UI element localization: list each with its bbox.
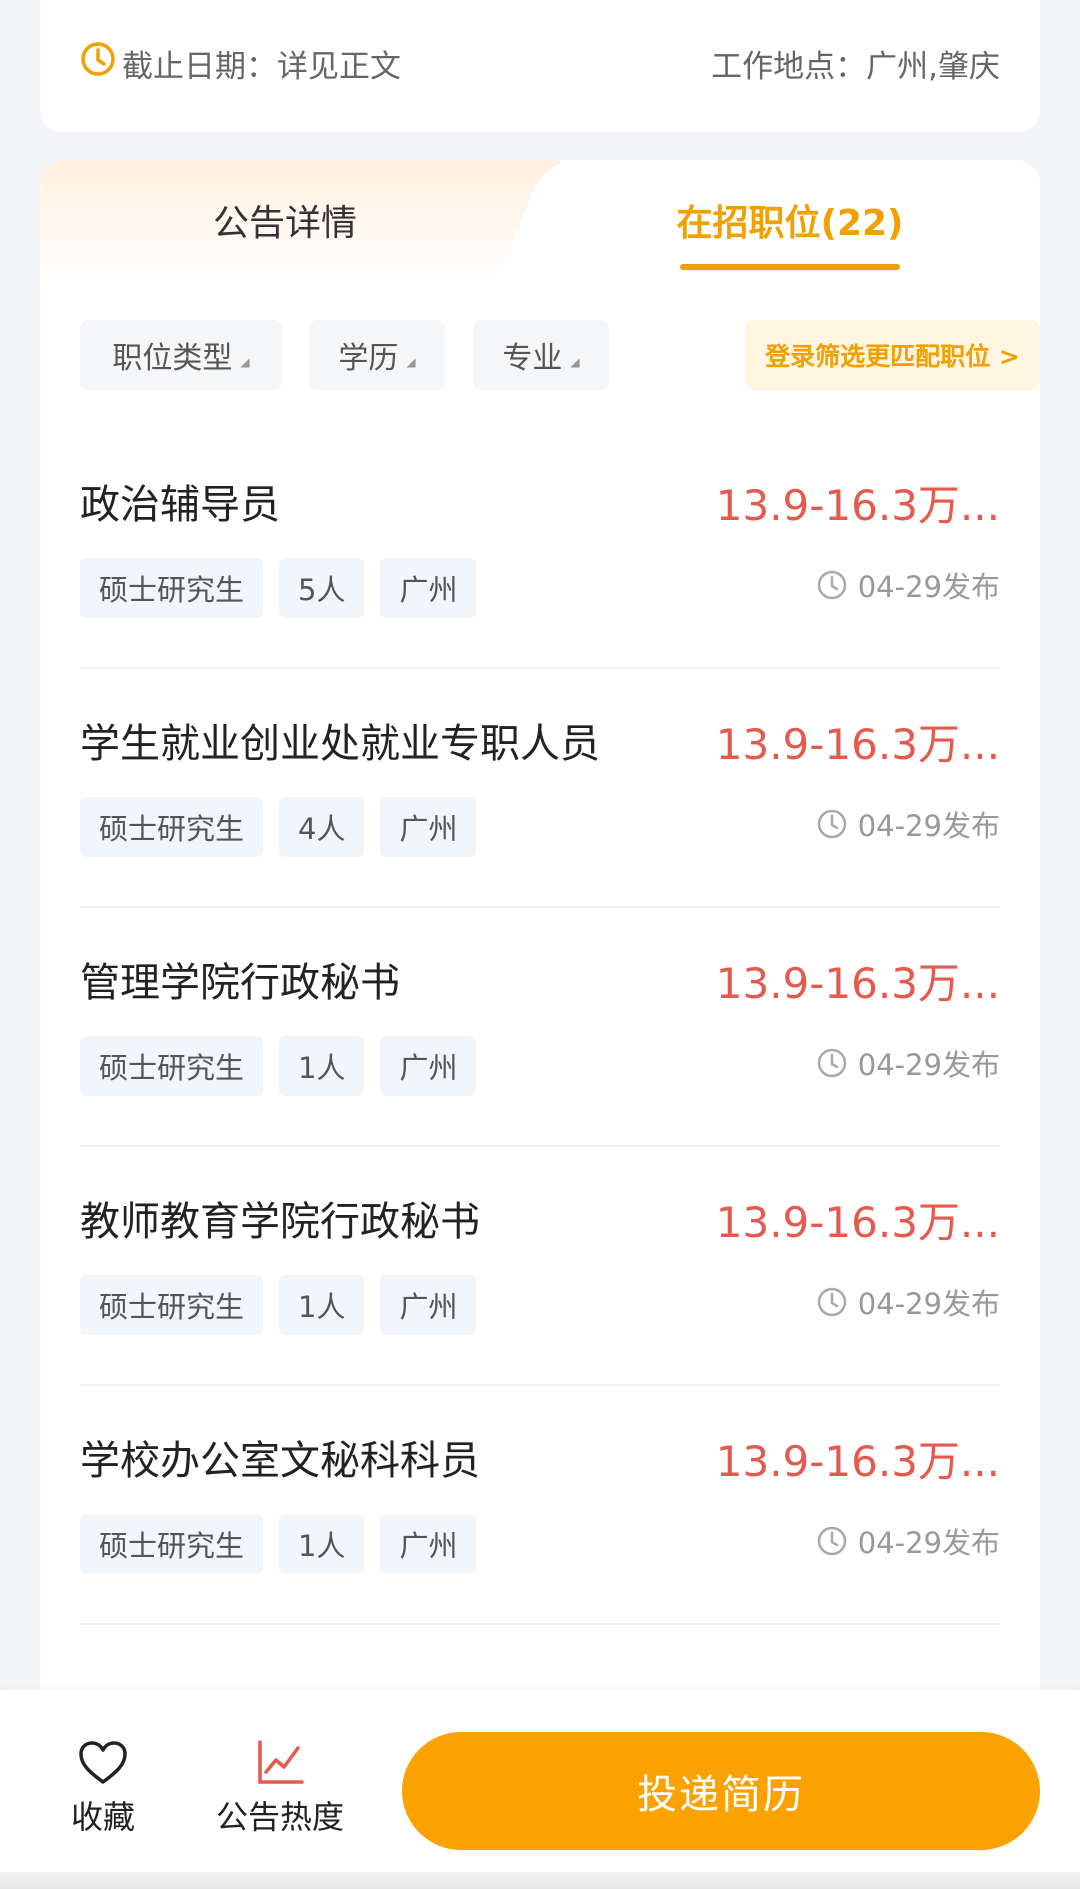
- login-filter-button[interactable]: 登录筛选更匹配职位 >: [745, 320, 1040, 390]
- submit-resume-button[interactable]: 投递简历: [402, 1732, 1040, 1850]
- clock-icon: [80, 41, 116, 85]
- clock-icon: [817, 1526, 846, 1556]
- job-tags: 硕士研究生 1人 广州: [80, 1036, 492, 1096]
- trend-chart-icon: [258, 1740, 304, 1784]
- tag-education: 硕士研究生: [80, 558, 264, 618]
- job-salary: 13.9-16.3万...: [715, 720, 1000, 769]
- publish-date: 04-29发布: [816, 1277, 1000, 1327]
- job-salary: 13.9-16.3万...: [715, 1437, 1000, 1486]
- deadline-row: 截止日期：详见正文: [80, 40, 401, 86]
- job-item[interactable]: 教师教育学院行政秘书 13.9-16.3万... 硕士研究生 1人 广州 04-…: [80, 1147, 1000, 1386]
- bottom-action-bar: 收藏 公告热度 投递简历: [0, 1690, 1080, 1889]
- home-indicator-bar: [0, 1872, 1080, 1889]
- favorite-label: 收藏: [70, 1798, 135, 1836]
- announcement-heat-button[interactable]: 公告热度: [205, 1740, 355, 1838]
- publish-date: 04-29发布: [816, 799, 1000, 849]
- favorite-button[interactable]: 收藏: [60, 1740, 146, 1838]
- job-title: 管理学院行政秘书: [80, 960, 400, 1006]
- job-title: 学校办公室文秘科科员: [80, 1438, 480, 1484]
- work-location: 工作地点：广州,肇庆: [711, 48, 1000, 85]
- job-title: 政治辅导员: [80, 482, 280, 528]
- filter-major[interactable]: 专业 ◢: [473, 320, 609, 390]
- job-tags: 硕士研究生 1人 广州: [80, 1514, 492, 1574]
- tag-headcount: 5人: [279, 558, 365, 618]
- job-list: 政治辅导员 13.9-16.3万... 硕士研究生 5人 广州 04-29发布 …: [80, 430, 1000, 1625]
- tag-education: 硕士研究生: [80, 797, 264, 857]
- tag-city: 广州: [380, 558, 477, 618]
- job-title: 学生就业创业处就业专职人员: [80, 721, 600, 767]
- clock-icon: [817, 1048, 846, 1078]
- tag-city: 广州: [380, 1036, 477, 1096]
- caret-icon: ◢: [406, 355, 416, 369]
- tab-bar: 公告详情 在招职位(22): [40, 160, 1040, 288]
- clock-icon: [817, 809, 846, 839]
- publish-date: 04-29发布: [816, 1516, 1000, 1566]
- publish-date: 04-29发布: [816, 1038, 1000, 1088]
- tag-headcount: 1人: [279, 1036, 365, 1096]
- tag-city: 广州: [380, 1514, 477, 1574]
- job-salary: 13.9-16.3万...: [715, 481, 1000, 530]
- positions-card: 公告详情 在招职位(22) 职位类型 ◢ 学历 ◢ 专业 ◢ 登录筛选更匹配职位 > …: [40, 160, 1040, 1720]
- filter-bar: 职位类型 ◢ 学历 ◢ 专业 ◢ 登录筛选更匹配职位 >: [80, 320, 1040, 390]
- job-salary: 13.9-16.3万...: [715, 1198, 1000, 1247]
- tab-announcement-detail[interactable]: 公告详情: [160, 190, 410, 250]
- job-salary: 13.9-16.3万...: [715, 959, 1000, 1008]
- tag-education: 硕士研究生: [80, 1514, 264, 1574]
- publish-date: 04-29发布: [816, 560, 1000, 610]
- tag-headcount: 1人: [279, 1275, 365, 1335]
- clock-icon: [817, 570, 846, 600]
- job-item[interactable]: 学校办公室文秘科科员 13.9-16.3万... 硕士研究生 1人 广州 04-…: [80, 1386, 1000, 1625]
- job-tags: 硕士研究生 4人 广州: [80, 797, 492, 857]
- caret-icon: ◢: [240, 355, 250, 369]
- heart-icon: [79, 1741, 127, 1784]
- announcement-heat-label: 公告热度: [215, 1798, 344, 1836]
- job-item[interactable]: 管理学院行政秘书 13.9-16.3万... 硕士研究生 1人 广州 04-29…: [80, 908, 1000, 1147]
- tab-open-positions[interactable]: 在招职位(22): [640, 190, 940, 250]
- announcement-info-card: 截止日期：详见正文 工作地点：广州,肇庆: [40, 0, 1040, 132]
- tag-headcount: 1人: [279, 1514, 365, 1574]
- active-tab-indicator: [680, 264, 900, 270]
- filter-position-type[interactable]: 职位类型 ◢: [80, 320, 282, 390]
- job-item[interactable]: 政治辅导员 13.9-16.3万... 硕士研究生 5人 广州 04-29发布: [80, 430, 1000, 669]
- job-item[interactable]: 学生就业创业处就业专职人员 13.9-16.3万... 硕士研究生 4人 广州 …: [80, 669, 1000, 908]
- job-title: 教师教育学院行政秘书: [80, 1199, 480, 1245]
- tag-education: 硕士研究生: [80, 1275, 264, 1335]
- deadline-text: 截止日期：详见正文: [122, 48, 401, 85]
- tag-education: 硕士研究生: [80, 1036, 264, 1096]
- job-tags: 硕士研究生 1人 广州: [80, 1275, 492, 1335]
- caret-icon: ◢: [570, 355, 580, 369]
- tag-city: 广州: [380, 797, 477, 857]
- tag-city: 广州: [380, 1275, 477, 1335]
- clock-icon: [817, 1287, 846, 1317]
- tag-headcount: 4人: [279, 797, 365, 857]
- job-tags: 硕士研究生 5人 广州: [80, 558, 492, 618]
- filter-education[interactable]: 学历 ◢: [309, 320, 445, 390]
